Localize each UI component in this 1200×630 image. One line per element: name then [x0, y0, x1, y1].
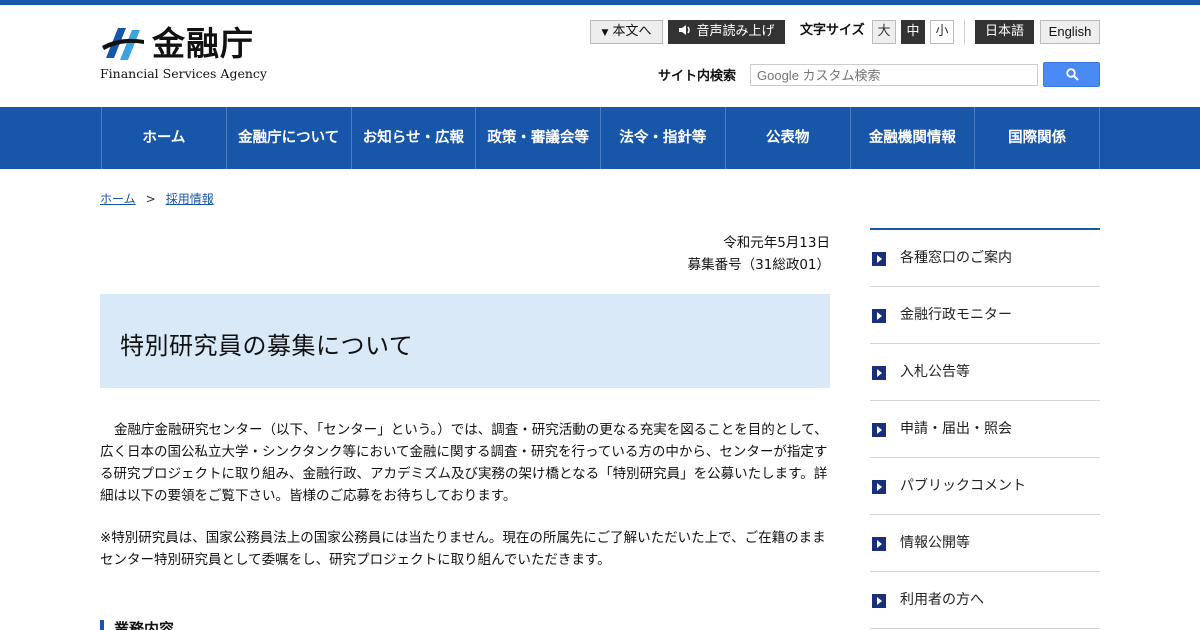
skip-to-main-label: 本文へ	[612, 24, 652, 39]
fsa-logo-icon	[102, 28, 144, 60]
sidebar-item-disclosure[interactable]: 情報公開等	[870, 515, 1100, 572]
font-size-label: 文字サイズ	[800, 23, 865, 38]
sidebar-menu: 各種窓口のご案内 金融行政モニター 入札公告等 申請・届出・照会 パブリックコメ…	[870, 228, 1100, 629]
sidebar-item-contact-windows[interactable]: 各種窓口のご案内	[870, 230, 1100, 287]
note-paragraph: ※特別研究員は、国家公務員法上の国家公務員には当たりません。現在の所属先にご了解…	[100, 530, 826, 568]
font-size-medium-button[interactable]: 中	[901, 20, 925, 44]
sidebar-item-label: 利用者の方へ	[900, 592, 984, 608]
search-button[interactable]	[1043, 62, 1100, 87]
triangle-down-icon: ▼	[601, 28, 609, 38]
intro-paragraph: 金融庁金融研究センター（以下、「センター」という。）では、調査・研究活動の更なる…	[100, 422, 828, 504]
global-navigation: ホーム 金融庁について お知らせ・広報 政策・審議会等 法令・指針等 公表物 金…	[0, 107, 1200, 169]
breadcrumb: ホーム > 採用情報	[100, 190, 214, 207]
read-aloud-label: 音声読み上げ	[696, 24, 775, 39]
nav-item-financial-institutions[interactable]: 金融機関情報	[851, 107, 976, 169]
language-english-button[interactable]: English	[1040, 20, 1100, 44]
nav-item-laws[interactable]: 法令・指針等	[601, 107, 726, 169]
arrow-right-icon	[872, 252, 886, 266]
logo-japanese-name: 金融庁	[152, 24, 254, 63]
nav-item-policy[interactable]: 政策・審議会等	[476, 107, 601, 169]
sidebar-item-applications[interactable]: 申請・届出・照会	[870, 401, 1100, 458]
site-logo[interactable]: 金融庁 Financial Services Agency	[100, 24, 270, 84]
sidebar-item-label: 各種窓口のご案内	[900, 250, 1012, 266]
top-accent-bar	[0, 0, 1200, 5]
search-input[interactable]	[750, 64, 1038, 86]
divider	[964, 20, 965, 44]
nav-item-international[interactable]: 国際関係	[975, 107, 1100, 169]
section-heading: 業務内容	[100, 620, 174, 630]
page-title-box: 特別研究員の募集について	[100, 294, 830, 388]
font-size-small-button[interactable]: 小	[930, 20, 954, 44]
sidebar-item-public-comment[interactable]: パブリックコメント	[870, 458, 1100, 515]
sidebar-item-label: 金融行政モニター	[900, 307, 1012, 323]
language-japanese-button[interactable]: 日本語	[975, 20, 1034, 44]
page-title: 特別研究員の募集について	[120, 332, 414, 360]
sidebar-item-label: 情報公開等	[900, 535, 970, 551]
speaker-icon	[679, 25, 691, 35]
sidebar-item-bidding[interactable]: 入札公告等	[870, 344, 1100, 401]
recruit-number: 募集番号（31総政01）	[687, 257, 830, 273]
arrow-right-icon	[872, 423, 886, 437]
breadcrumb-home-link[interactable]: ホーム	[100, 192, 136, 206]
nav-item-publications[interactable]: 公表物	[726, 107, 851, 169]
nav-item-about[interactable]: 金融庁について	[227, 107, 352, 169]
publish-date: 令和元年5月13日	[723, 235, 830, 251]
arrow-right-icon	[872, 480, 886, 494]
arrow-right-icon	[872, 594, 886, 608]
sidebar-item-label: 入札公告等	[900, 364, 970, 380]
skip-to-main-button[interactable]: ▼ 本文へ	[590, 20, 663, 44]
sidebar-item-label: 申請・届出・照会	[900, 421, 1012, 437]
logo-english-name: Financial Services Agency	[100, 66, 267, 81]
arrow-right-icon	[872, 309, 886, 323]
font-size-large-button[interactable]: 大	[872, 20, 896, 44]
nav-item-news[interactable]: お知らせ・広報	[352, 107, 477, 169]
sidebar-item-label: パブリックコメント	[900, 478, 1026, 494]
site-search-label: サイト内検索	[658, 69, 737, 84]
arrow-right-icon	[872, 537, 886, 551]
breadcrumb-separator: >	[145, 192, 156, 206]
arrow-right-icon	[872, 366, 886, 380]
read-aloud-button[interactable]: 音声読み上げ	[668, 20, 785, 44]
breadcrumb-current-link[interactable]: 採用情報	[166, 192, 214, 206]
sidebar-item-monitor[interactable]: 金融行政モニター	[870, 287, 1100, 344]
search-icon	[1066, 68, 1079, 81]
nav-item-home[interactable]: ホーム	[102, 107, 227, 169]
sidebar-item-for-users[interactable]: 利用者の方へ	[870, 572, 1100, 629]
